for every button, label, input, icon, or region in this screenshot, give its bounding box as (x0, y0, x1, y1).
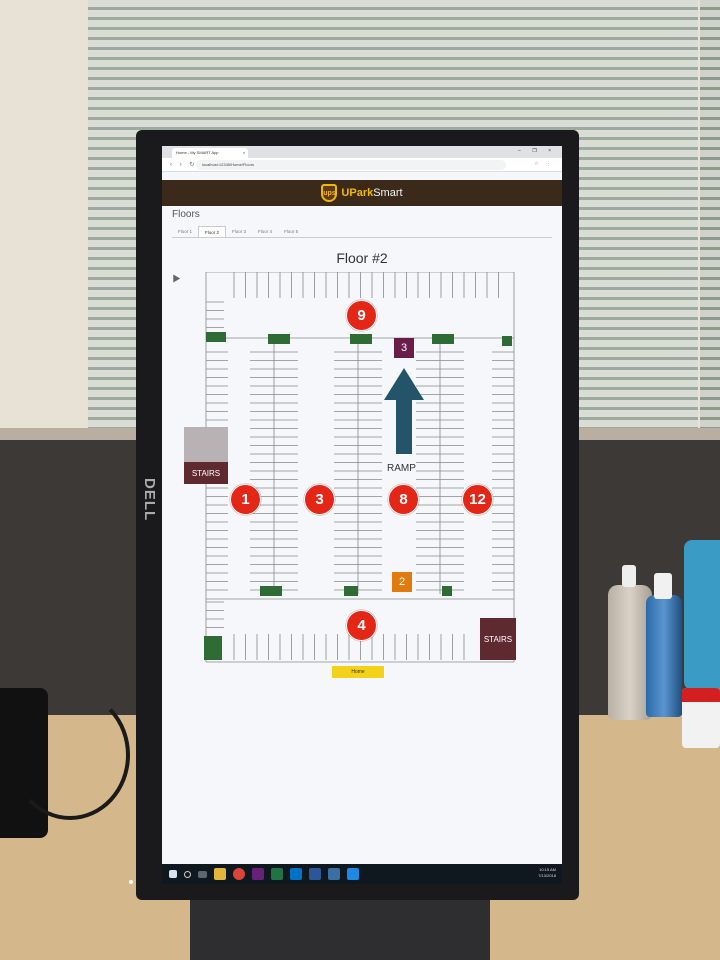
section-marker-3[interactable]: 3 (304, 484, 335, 515)
tab-floor-1[interactable]: Floor 1 (172, 226, 198, 237)
whiteboard-cleaner-bottle (646, 573, 682, 717)
address-bar-row: ‹ › ↻ localhost:12345/Home/Floors ☆ ⋮ (162, 158, 562, 172)
url-field[interactable]: localhost:12345/Home/Floors (196, 160, 506, 170)
available-spot (502, 336, 512, 346)
supplement-jar (682, 688, 720, 748)
start-icon[interactable] (169, 870, 177, 878)
file-explorer-icon[interactable] (214, 868, 226, 880)
available-spot (344, 586, 358, 596)
browser-tab-bar: Home - My SMART App × – ❐ × (162, 146, 562, 158)
search-icon[interactable] (184, 870, 191, 878)
word-icon[interactable] (309, 868, 321, 880)
available-spot (260, 586, 282, 596)
ramp-arrow-icon (384, 368, 424, 454)
tab-floor-4[interactable]: Floor 4 (252, 226, 278, 237)
brand-part-2: Smart (373, 187, 403, 199)
stairs-top-block (184, 427, 228, 463)
stairs-left[interactable]: STAIRS (184, 462, 228, 484)
visual-studio-icon[interactable] (252, 868, 264, 880)
tab-floor-3[interactable]: Floor 3 (226, 226, 252, 237)
section-marker-1[interactable]: 1 (230, 484, 261, 515)
available-spot (350, 334, 372, 344)
browser-nav-icons[interactable]: ‹ › ↻ (170, 161, 197, 168)
app-header: ups UParkSmart (162, 180, 562, 206)
available-spot (442, 586, 452, 596)
mouse-cursor-icon (169, 272, 181, 283)
excel-icon[interactable] (271, 868, 283, 880)
browser-menu-icons[interactable]: ☆ ⋮ (534, 161, 554, 167)
available-spot (268, 334, 290, 344)
parking-map: STAIRS STAIRS 9 1 3 8 12 4 3 2 RAMP (184, 272, 516, 664)
section-marker-9[interactable]: 9 (346, 300, 377, 331)
browser-tab[interactable]: Home - My SMART App × (172, 148, 248, 158)
monitor-brand-logo: DELL (141, 478, 158, 522)
phone-cable (10, 690, 130, 820)
taskbar-clock[interactable]: 10:15 AM 7/13/2018 (538, 867, 556, 879)
level-down-2[interactable]: 2 (392, 572, 412, 592)
tab-floor-5[interactable]: Floor 5 (278, 226, 304, 237)
app-icon[interactable] (347, 868, 359, 880)
monitor-stand (190, 890, 490, 960)
level-up-3[interactable]: 3 (394, 338, 414, 358)
task-view-icon[interactable] (198, 870, 207, 878)
section-marker-4[interactable]: 4 (346, 610, 377, 641)
floor-tabs: Floor 1 Floor 2 Floor 3 Floor 4 Floor 5 (172, 226, 552, 238)
available-spot (204, 636, 222, 660)
page-heading: Floors (172, 209, 200, 220)
app-brand[interactable]: UParkSmart (341, 187, 402, 199)
window-controls[interactable]: – ❐ × (518, 148, 556, 154)
available-spot (206, 332, 226, 342)
browser-tab-title: Home - My SMART App (176, 150, 219, 155)
taskbar-date: 7/13/2018 (538, 873, 556, 878)
chrome-icon[interactable] (233, 868, 245, 880)
home-button[interactable]: Home (332, 666, 384, 678)
available-spot (432, 334, 454, 344)
blue-bag (684, 540, 720, 690)
outlook-icon[interactable] (290, 868, 302, 880)
windows-taskbar: 10:15 AM 7/13/2018 (162, 864, 562, 884)
floor-title: Floor #2 (336, 250, 388, 266)
tab-floor-2[interactable]: Floor 2 (198, 226, 227, 237)
brand-part-1: UPark (341, 187, 374, 199)
store-icon[interactable] (328, 868, 340, 880)
monitor-screen: Home - My SMART App × – ❐ × ‹ › ↻ localh… (162, 146, 562, 884)
power-led (129, 880, 133, 884)
section-marker-12[interactable]: 12 (462, 484, 493, 515)
window-blinds-right (700, 0, 720, 430)
ups-logo-icon: ups (321, 184, 338, 202)
close-tab-icon[interactable]: × (243, 148, 245, 158)
ramp-label: RAMP (387, 463, 416, 474)
section-marker-8[interactable]: 8 (388, 484, 419, 515)
stairs-right[interactable]: STAIRS (480, 618, 516, 660)
